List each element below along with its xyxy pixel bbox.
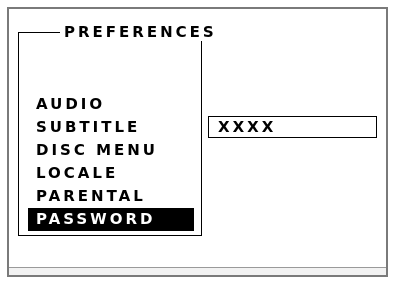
password-value-field[interactable]: XXXX [208, 116, 377, 138]
menu-item-parental[interactable]: PARENTAL [28, 185, 194, 208]
preferences-menu: AUDIO SUBTITLE DISC MENU LOCALE PARENTAL… [28, 93, 194, 231]
preferences-title: PREFERENCES [60, 23, 221, 41]
menu-item-locale[interactable]: LOCALE [28, 162, 194, 185]
screen-bottom-strip [9, 267, 386, 275]
menu-item-audio[interactable]: AUDIO [28, 93, 194, 116]
menu-item-password[interactable]: PASSWORD [28, 208, 194, 231]
menu-item-disc-menu[interactable]: DISC MENU [28, 139, 194, 162]
menu-item-subtitle[interactable]: SUBTITLE [28, 116, 194, 139]
